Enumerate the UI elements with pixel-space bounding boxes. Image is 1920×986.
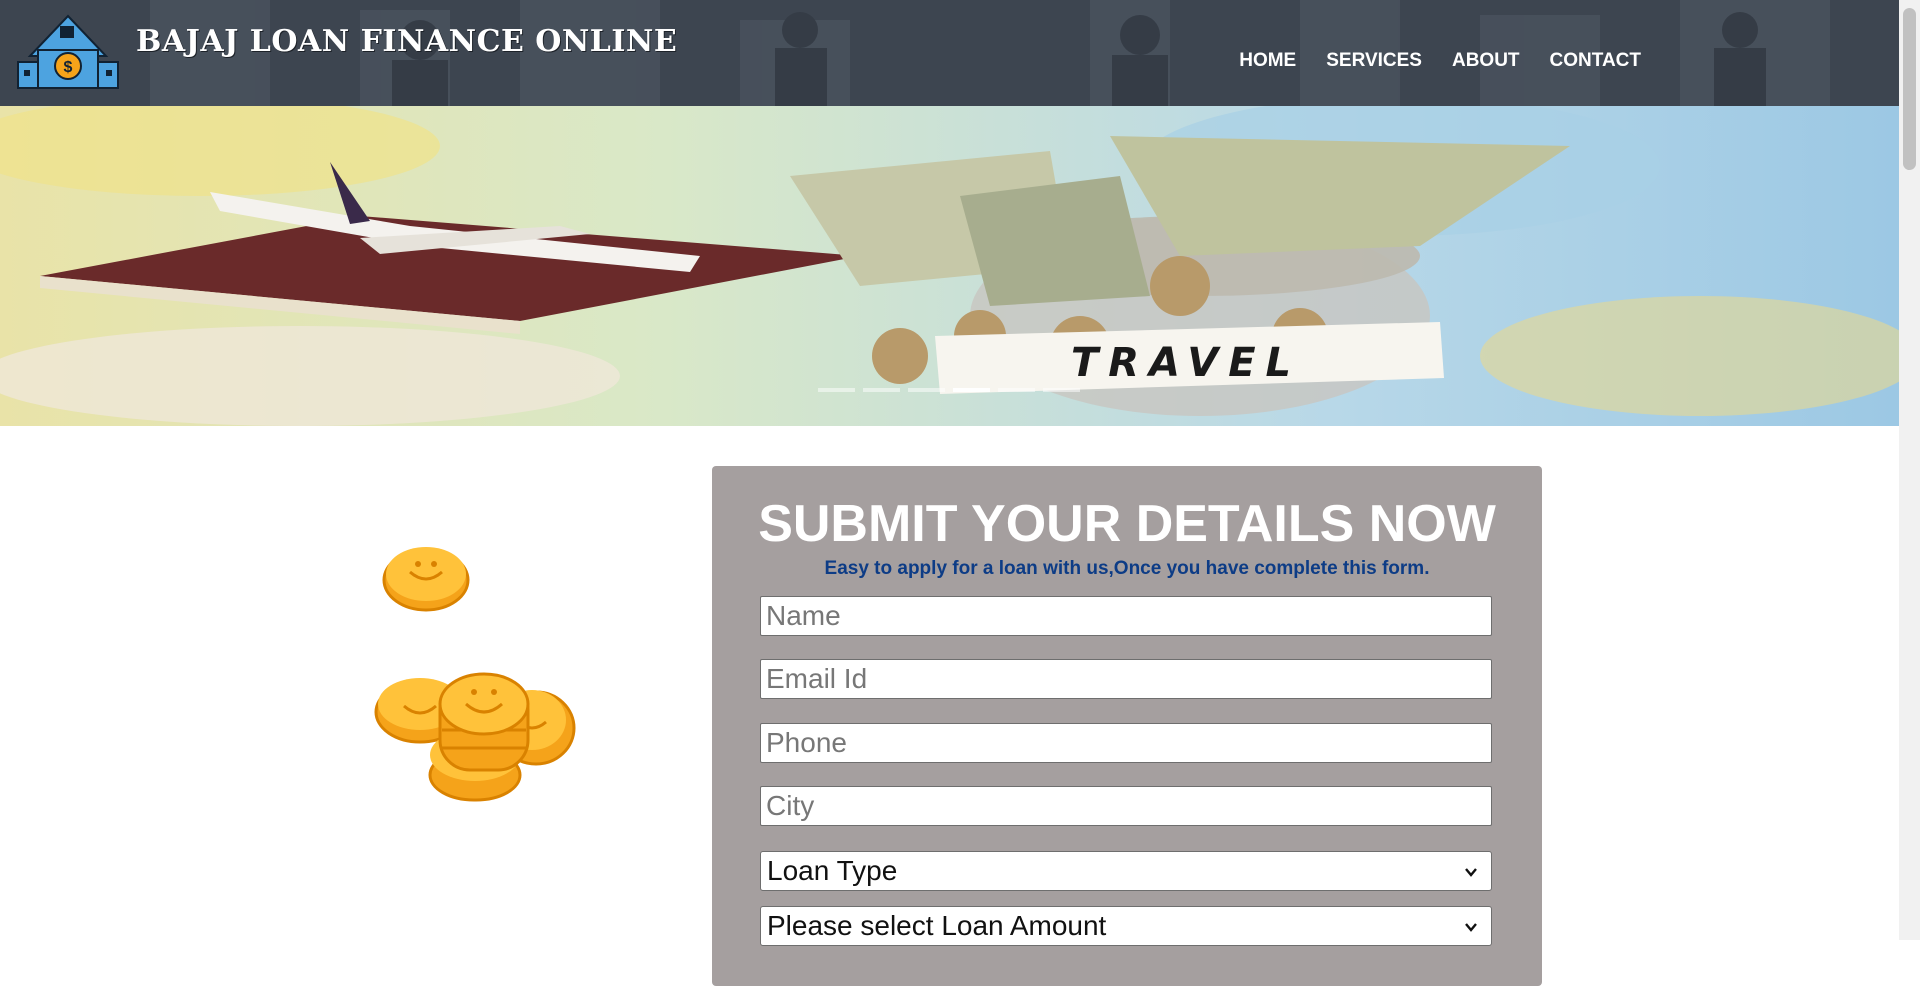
travel-banner-image: TRAVEL	[0, 106, 1899, 426]
carousel-indicator-5[interactable]	[998, 388, 1035, 392]
house-dollar-icon[interactable]: $	[16, 12, 120, 90]
loan-amount-value: Please select Loan Amount	[767, 910, 1107, 941]
form-title: SUBMIT YOUR DETAILS NOW	[758, 495, 1496, 553]
gold-coins-icon	[374, 547, 576, 802]
page-scrollbar[interactable]	[1899, 0, 1920, 940]
hero-carousel[interactable]: TRAVEL	[0, 106, 1899, 426]
carousel-indicators	[818, 388, 1080, 392]
email-input[interactable]	[760, 659, 1492, 699]
carousel-indicator-1[interactable]	[818, 388, 855, 392]
chevron-down-icon	[1465, 868, 1477, 877]
brand-title[interactable]: BAJAJ LOAN FINANCE ONLINE	[136, 24, 677, 59]
carousel-indicator-4[interactable]	[953, 388, 990, 392]
carousel-indicator-6[interactable]	[1043, 388, 1080, 392]
loan-type-value: Loan Type	[767, 855, 898, 886]
site-header: $ BAJAJ LOAN FINANCE ONLINE HOME SERVICE…	[0, 0, 1899, 106]
carousel-indicator-3[interactable]	[908, 388, 945, 392]
loan-type-select[interactable]: Loan Type	[760, 851, 1492, 891]
loan-application-form: SUBMIT YOUR DETAILS NOW Easy to apply fo…	[712, 466, 1542, 986]
loan-amount-select[interactable]: Please select Loan Amount	[760, 906, 1492, 946]
svg-text:$: $	[64, 59, 73, 76]
travel-label: TRAVEL	[1071, 340, 1301, 386]
nav-services[interactable]: SERVICES	[1326, 50, 1422, 72]
main-nav: HOME SERVICES ABOUT CONTACT	[1239, 50, 1641, 72]
carousel-indicator-2[interactable]	[863, 388, 900, 392]
name-input[interactable]	[760, 596, 1492, 636]
scrollbar-thumb[interactable]	[1903, 8, 1916, 170]
city-input[interactable]	[760, 786, 1492, 826]
nav-about[interactable]: ABOUT	[1452, 50, 1520, 72]
form-subtitle: Easy to apply for a loan with us,Once yo…	[824, 558, 1430, 579]
chevron-down-icon	[1465, 923, 1477, 932]
nav-home[interactable]: HOME	[1239, 50, 1296, 72]
phone-input[interactable]	[760, 723, 1492, 763]
nav-contact[interactable]: CONTACT	[1550, 50, 1641, 72]
